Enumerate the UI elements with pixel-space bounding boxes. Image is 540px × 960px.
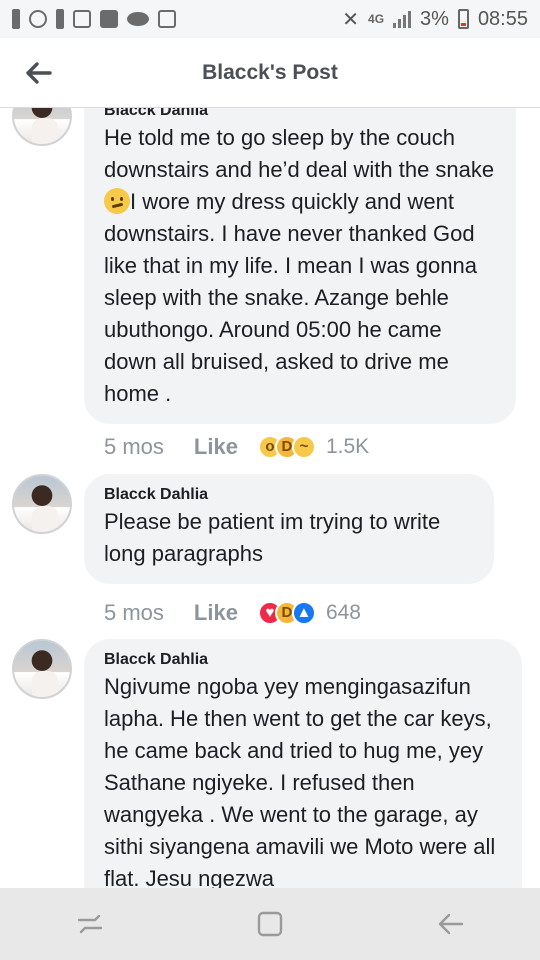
comment-author[interactable]: Blacck Dahlia bbox=[104, 484, 476, 506]
comment-bubble[interactable]: Blacck Dahlia Please be patient im tryin… bbox=[84, 474, 494, 584]
home-button[interactable] bbox=[230, 894, 310, 954]
comment-text: He told me to go sleep by the couch down… bbox=[104, 125, 495, 406]
battery-percent: 3% bbox=[420, 7, 449, 30]
mail-icon bbox=[73, 10, 91, 28]
comment-list[interactable]: Blacck Dahlia He told me to go sleep by … bbox=[0, 108, 540, 888]
comment-author[interactable]: Blacck Dahlia bbox=[104, 649, 504, 671]
status-bar: ✕ 4G 3% 08:55 bbox=[0, 0, 540, 38]
alert-icon bbox=[12, 9, 20, 29]
like-reaction-icon: ▲ bbox=[291, 601, 316, 625]
back-nav-button[interactable] bbox=[410, 894, 490, 954]
comment-bubble[interactable]: Blacck Dahlia He told me to go sleep by … bbox=[84, 108, 516, 424]
recent-apps-button[interactable] bbox=[50, 894, 130, 954]
comment-text: Ngivume ngoba yey mengingasazifun lapha.… bbox=[104, 674, 496, 888]
gallery-icon bbox=[158, 10, 176, 28]
comment-text: Please be patient im trying to write lon… bbox=[104, 509, 441, 566]
system-icons: ✕ 4G 3% 08:55 bbox=[342, 7, 528, 32]
comment-time[interactable]: 5 mos bbox=[104, 600, 164, 626]
reaction-icons[interactable]: o D ~ bbox=[257, 435, 316, 459]
recent-apps-icon bbox=[77, 914, 103, 934]
reaction-count[interactable]: 648 bbox=[326, 601, 361, 625]
comment-author[interactable]: Blacck Dahlia bbox=[104, 108, 498, 122]
avatar[interactable] bbox=[12, 108, 72, 146]
signal-icon bbox=[393, 10, 412, 28]
battery-icon bbox=[457, 9, 469, 29]
avatar[interactable] bbox=[12, 474, 72, 534]
back-arrow-icon bbox=[438, 913, 464, 935]
alert-icon bbox=[56, 9, 64, 29]
comment-bubble[interactable]: Blacck Dahlia Ngivume ngoba yey menginga… bbox=[84, 639, 522, 888]
like-button[interactable]: Like bbox=[194, 434, 238, 460]
eye-icon bbox=[127, 12, 149, 26]
back-button[interactable] bbox=[8, 43, 68, 103]
like-button[interactable]: Like bbox=[194, 600, 238, 626]
reaction-icons[interactable]: ♥ D ▲ bbox=[257, 601, 316, 625]
confused-face-icon bbox=[104, 188, 130, 214]
facebook-icon bbox=[29, 10, 47, 28]
mute-icon: ✕ bbox=[342, 8, 360, 31]
app-header: Blacck's Post bbox=[0, 38, 540, 108]
system-navigation-bar bbox=[0, 888, 540, 960]
arrow-left-icon bbox=[26, 61, 52, 84]
home-icon bbox=[257, 911, 283, 937]
network-type: 4G bbox=[368, 12, 385, 26]
clock: 08:55 bbox=[477, 7, 528, 30]
reaction-count[interactable]: 1.5K bbox=[326, 435, 369, 459]
image-icon bbox=[100, 10, 118, 28]
notification-icons bbox=[12, 9, 176, 29]
comment-meta: 5 mos Like ♥ D ▲ 648 bbox=[104, 600, 361, 626]
avatar[interactable] bbox=[12, 639, 72, 699]
comment-time[interactable]: 5 mos bbox=[104, 434, 164, 460]
sad-reaction-icon: ~ bbox=[291, 435, 316, 459]
comment-meta: 5 mos Like o D ~ 1.5K bbox=[104, 434, 369, 460]
page-title: Blacck's Post bbox=[202, 60, 338, 84]
